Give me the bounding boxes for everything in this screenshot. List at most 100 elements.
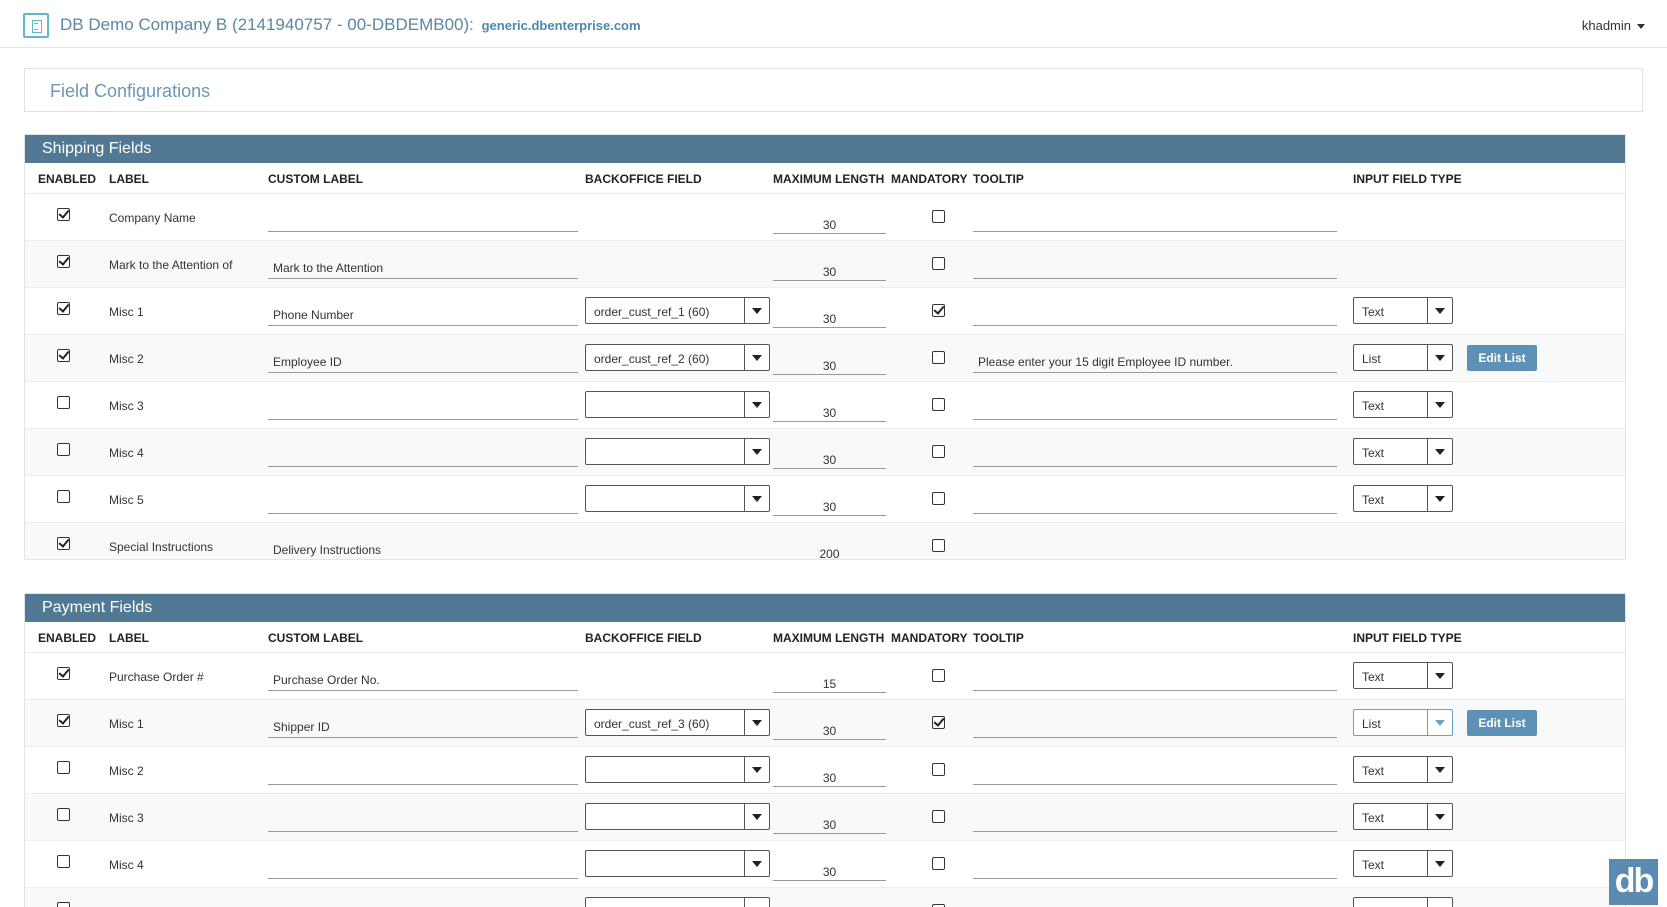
backoffice-field-select[interactable]	[585, 438, 770, 465]
backoffice-field-value: order_cust_ref_1 (60)	[594, 305, 710, 319]
tooltip-input[interactable]	[973, 537, 1337, 559]
tooltip-input[interactable]	[973, 443, 1337, 467]
input-field-type-select[interactable]: Text	[1353, 391, 1453, 418]
tooltip-input[interactable]	[973, 714, 1337, 738]
custom-label-input[interactable]	[268, 208, 578, 232]
backoffice-field-select[interactable]	[585, 850, 770, 877]
tooltip-input[interactable]	[973, 302, 1337, 326]
enabled-checkbox[interactable]	[57, 490, 70, 503]
tooltip-input[interactable]	[973, 855, 1337, 879]
input-field-type-select[interactable]: List	[1353, 709, 1453, 736]
custom-label-input[interactable]: Employee ID	[268, 349, 578, 373]
input-field-type-select[interactable]: Text	[1353, 297, 1453, 324]
field-label: Purchase Order #	[109, 670, 204, 684]
enabled-checkbox[interactable]	[57, 537, 70, 550]
chevron-down-icon	[1427, 710, 1452, 735]
chevron-down-icon	[744, 439, 769, 464]
enabled-checkbox[interactable]	[57, 855, 70, 868]
backoffice-field-select[interactable]: order_cust_ref_2 (60)	[585, 344, 770, 371]
mandatory-checkbox[interactable]	[932, 257, 945, 270]
maximum-length-input[interactable]: 30	[773, 257, 886, 281]
maximum-length-input[interactable]: 200	[773, 539, 886, 559]
tooltip-input[interactable]	[973, 490, 1337, 514]
custom-label-input[interactable]: Shipper ID	[268, 714, 578, 738]
mandatory-checkbox[interactable]	[932, 210, 945, 223]
maximum-length-input[interactable]: 30	[773, 351, 886, 375]
input-field-type-select[interactable]: Text	[1353, 850, 1453, 877]
enabled-checkbox[interactable]	[57, 349, 70, 362]
custom-label-input[interactable]	[268, 761, 578, 785]
tooltip-input[interactable]	[973, 208, 1337, 232]
custom-label-input[interactable]	[268, 808, 578, 832]
input-field-type-select[interactable]: Text	[1353, 756, 1453, 783]
col-enabled: ENABLED	[38, 631, 97, 645]
backoffice-field-select[interactable]: order_cust_ref_1 (60)	[585, 297, 770, 324]
maximum-length-input[interactable]: 30	[773, 857, 886, 881]
tooltip-input[interactable]: Please enter your 15 digit Employee ID n…	[973, 349, 1337, 373]
maximum-length-input[interactable]: 30	[773, 492, 886, 516]
tooltip-input[interactable]	[973, 808, 1337, 832]
mandatory-checkbox[interactable]	[932, 763, 945, 776]
input-field-type-select[interactable]: Text	[1353, 803, 1453, 830]
backoffice-field-select[interactable]: order_cust_ref_3 (60)	[585, 709, 770, 736]
mandatory-checkbox[interactable]	[932, 445, 945, 458]
custom-label-input[interactable]: Delivery Instructions	[268, 537, 578, 559]
custom-label-input[interactable]	[268, 490, 578, 514]
tooltip-input[interactable]	[973, 255, 1337, 279]
custom-label-input[interactable]	[268, 396, 578, 420]
enabled-checkbox[interactable]	[57, 761, 70, 774]
maximum-length-input[interactable]: 30	[773, 398, 886, 422]
enabled-checkbox[interactable]	[57, 208, 70, 221]
mandatory-checkbox[interactable]	[932, 810, 945, 823]
mandatory-checkbox[interactable]	[932, 351, 945, 364]
maximum-length-input[interactable]: 30	[773, 763, 886, 787]
enabled-checkbox[interactable]	[57, 255, 70, 268]
mandatory-checkbox[interactable]	[932, 492, 945, 505]
maximum-length-input[interactable]: 15	[773, 669, 886, 693]
input-field-type-value: Text	[1362, 764, 1385, 778]
tooltip-input[interactable]	[973, 761, 1337, 785]
custom-label-input[interactable]: Purchase Order No.	[268, 667, 578, 691]
backoffice-field-select[interactable]	[585, 391, 770, 418]
user-menu[interactable]: khadmin	[1582, 18, 1645, 33]
user-name: khadmin	[1581, 18, 1631, 33]
enabled-checkbox[interactable]	[57, 396, 70, 409]
input-field-type-select[interactable]: List	[1353, 344, 1453, 371]
enabled-checkbox[interactable]	[57, 902, 70, 907]
edit-list-button[interactable]: Edit List	[1467, 345, 1537, 371]
enabled-checkbox[interactable]	[57, 667, 70, 680]
backoffice-field-select[interactable]	[585, 756, 770, 783]
mandatory-checkbox[interactable]	[932, 539, 945, 552]
maximum-length-input[interactable]: 30	[773, 810, 886, 834]
mandatory-checkbox[interactable]	[932, 857, 945, 870]
input-field-type-select[interactable]: Text	[1353, 662, 1453, 689]
mandatory-checkbox[interactable]	[932, 669, 945, 682]
custom-label-input[interactable]: Phone Number	[268, 302, 578, 326]
enabled-checkbox[interactable]	[57, 714, 70, 727]
input-field-type-select[interactable]: Text	[1353, 485, 1453, 512]
custom-label-input[interactable]	[268, 902, 578, 907]
input-field-type-select[interactable]: Text	[1353, 897, 1453, 907]
input-field-type-select[interactable]: Text	[1353, 438, 1453, 465]
maximum-length-input[interactable]: 30	[773, 716, 886, 740]
custom-label-input[interactable]	[268, 855, 578, 879]
maximum-length-input[interactable]: 30	[773, 304, 886, 328]
building-icon	[23, 13, 49, 38]
tooltip-input[interactable]	[973, 396, 1337, 420]
mandatory-checkbox[interactable]	[932, 398, 945, 411]
custom-label-input[interactable]	[268, 443, 578, 467]
maximum-length-input[interactable]: 30	[773, 210, 886, 234]
enabled-checkbox[interactable]	[57, 808, 70, 821]
tooltip-input[interactable]	[973, 902, 1337, 907]
backoffice-field-select[interactable]	[585, 897, 770, 907]
enabled-checkbox[interactable]	[57, 443, 70, 456]
maximum-length-input[interactable]: 30	[773, 445, 886, 469]
backoffice-field-select[interactable]	[585, 485, 770, 512]
mandatory-checkbox[interactable]	[932, 304, 945, 317]
edit-list-button[interactable]: Edit List	[1467, 710, 1537, 736]
custom-label-input[interactable]: Mark to the Attention	[268, 255, 578, 279]
enabled-checkbox[interactable]	[57, 302, 70, 315]
mandatory-checkbox[interactable]	[932, 716, 945, 729]
backoffice-field-select[interactable]	[585, 803, 770, 830]
tooltip-input[interactable]	[973, 667, 1337, 691]
